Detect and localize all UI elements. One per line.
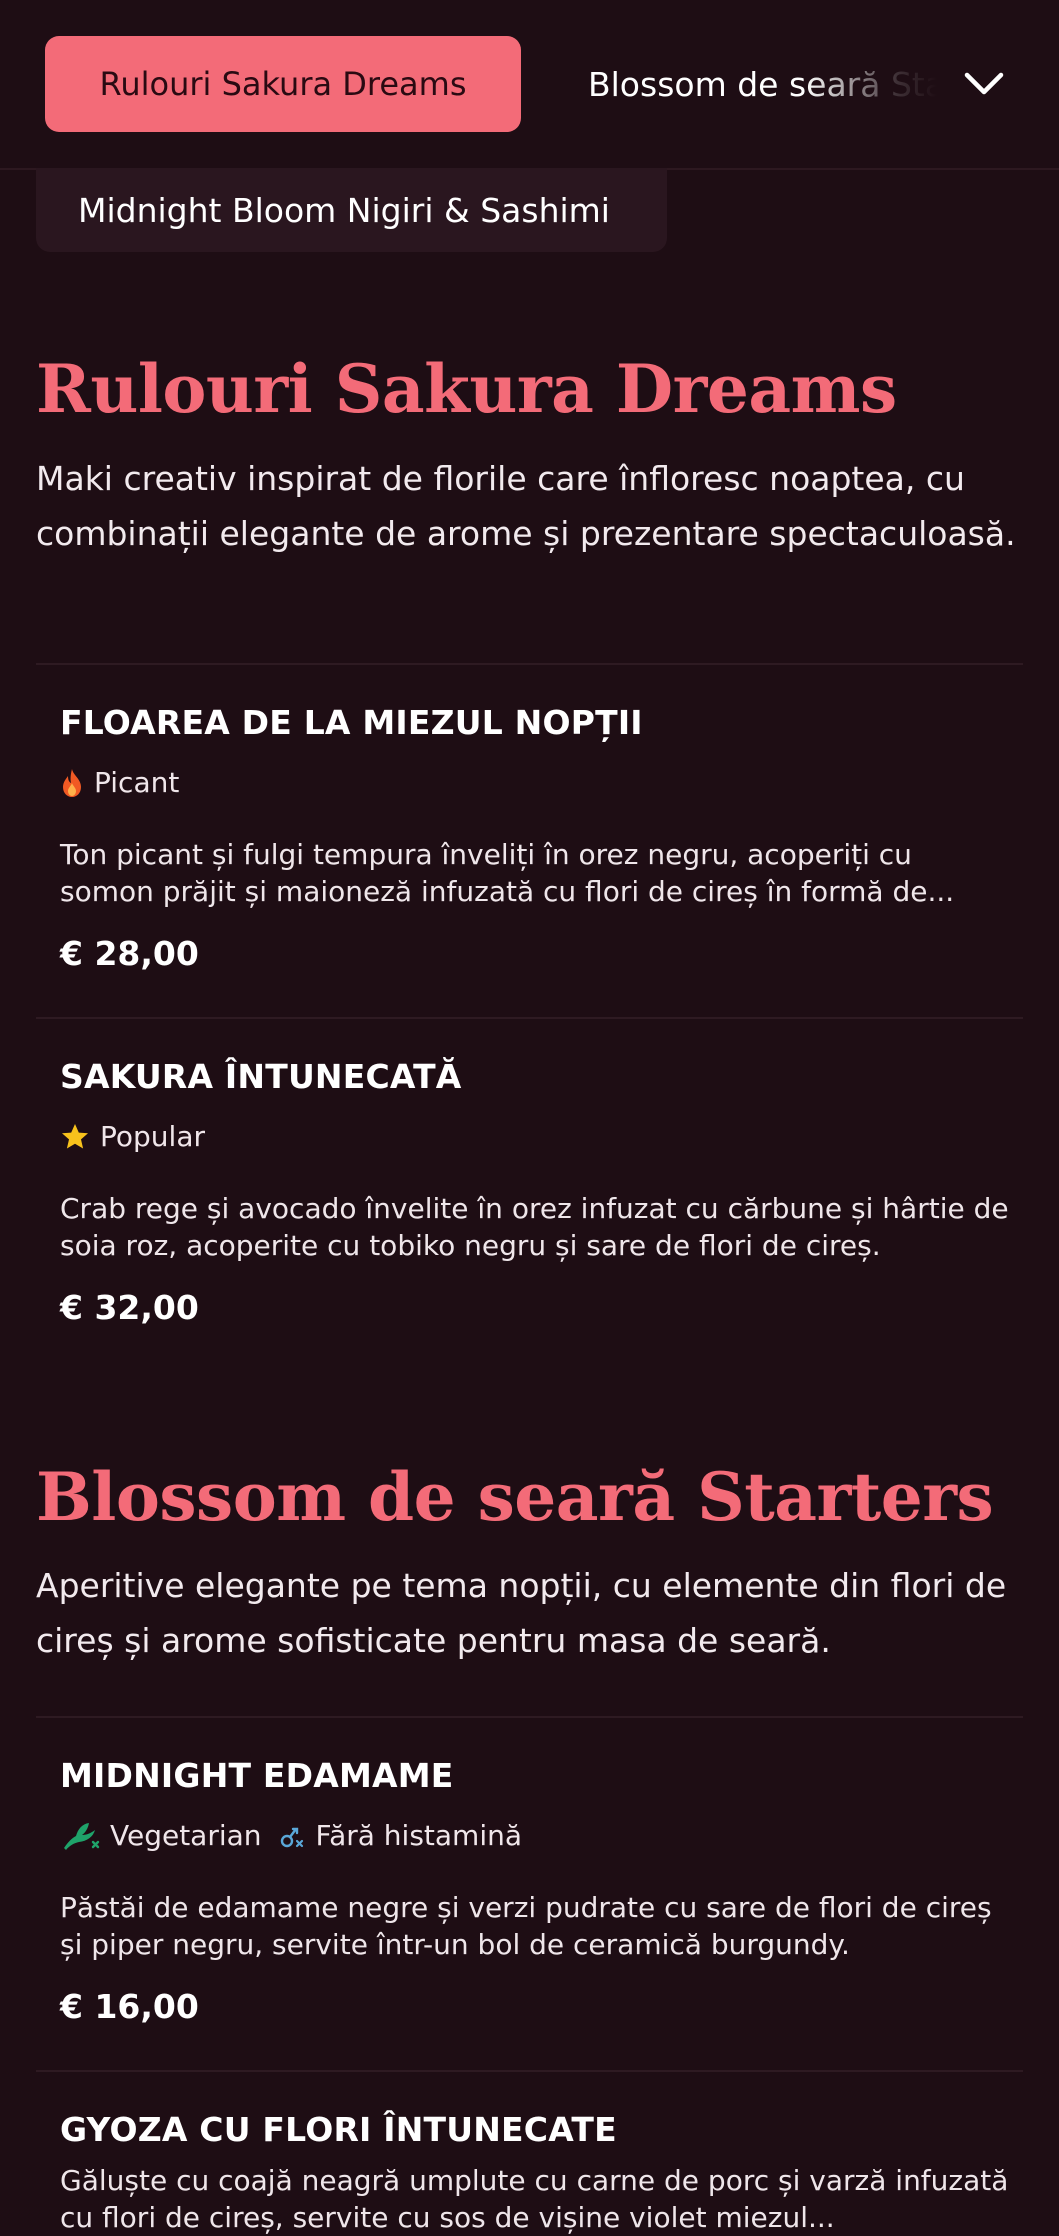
section-description: Maki creativ inspirat de florile care în… [36,459,1016,553]
star-icon [62,1123,88,1148]
vegetarian-icon [64,1822,100,1850]
tag-picant: Picant [60,766,179,799]
item-name: FLOAREA DE LA MIEZUL NOPȚII [60,703,643,742]
flame-icon [63,768,81,797]
divider [36,663,1023,665]
divider [36,2070,1023,2072]
tab-midnight-bloom-nigiri-sashimi[interactable]: Midnight Bloom Nigiri & Sashimi [36,168,667,252]
section-description: Aperitive elegante pe tema nopții, cu el… [36,1566,1007,1660]
divider [36,1716,1023,1718]
tab-rulouri-sakura-dreams[interactable]: Rulouri Sakura Dreams [45,36,521,132]
item-name: MIDNIGHT EDAMAME [60,1756,454,1795]
item-tags: Vegetarian Fără histamină [60,1819,538,1852]
tag-label: Fără histamină [315,1819,523,1852]
tag-label: Vegetarian [110,1819,262,1852]
tag-fara-histamina: Fără histamină [278,1819,522,1852]
item-name: GYOZA CU FLORI ÎNTUNECATE [60,2110,617,2149]
item-description: Crab rege și avocado învelite în orez in… [60,1192,1009,1262]
section-title: Rulouri Sakura Dreams [36,350,897,428]
tag-label: Popular [100,1120,205,1153]
item-price: € 32,00 [60,1288,199,1327]
category-nav-bar: Rulouri Sakura Dreams Blossom de seară S… [0,0,1059,170]
tab-blossom-de-seara-starters[interactable]: Blossom de seară Starters [588,36,938,132]
item-tags: Popular [60,1120,221,1153]
tag-label: Picant [94,766,180,799]
item-price: € 28,00 [60,934,199,973]
chevron-down-icon[interactable] [962,64,1006,104]
section-title: Blossom de seară Starters [36,1458,994,1536]
histamine-free-icon [280,1827,303,1847]
item-description: Păstăi de edamame negre și verzi pudrate… [60,1891,992,1961]
tag-vegetarian: Vegetarian [60,1819,262,1852]
item-name: SAKURA ÎNTUNECATĂ [60,1057,462,1096]
divider [36,1017,1023,1019]
item-description: Găluște cu coajă neagră umplute cu carne… [60,2164,1009,2234]
tag-popular: Popular [60,1120,205,1153]
item-price: € 16,00 [60,1987,199,2026]
item-description: Ton picant și fulgi tempura înveliți în … [60,838,955,908]
item-tags: Picant [60,766,195,799]
